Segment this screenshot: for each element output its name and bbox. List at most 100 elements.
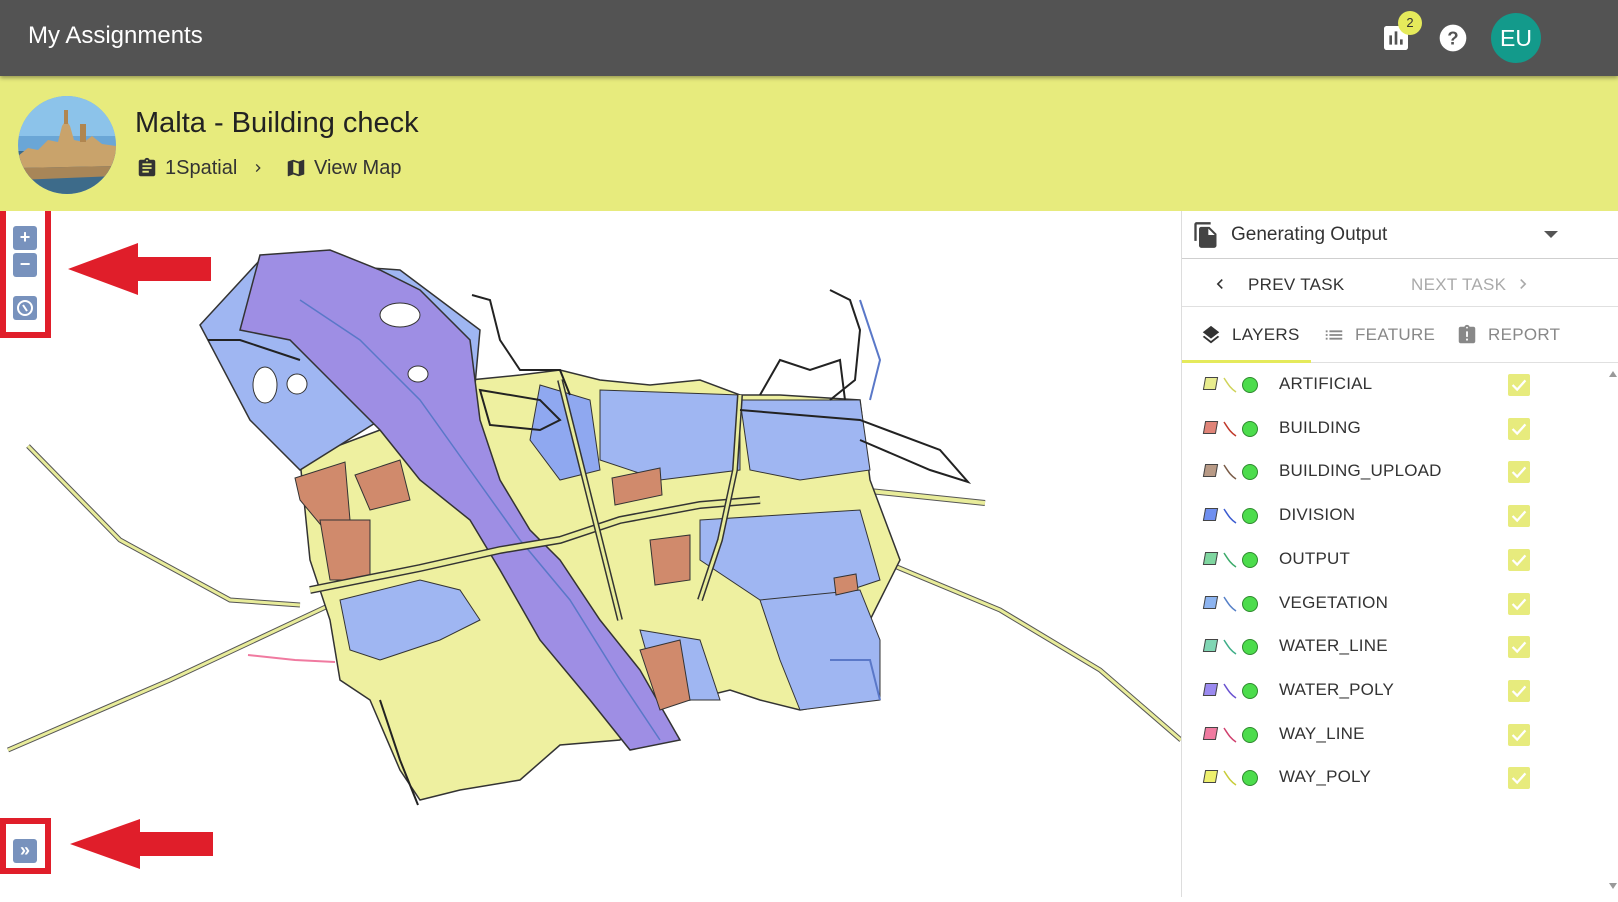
point-swatch-icon <box>1242 420 1258 437</box>
point-swatch-icon <box>1242 464 1258 481</box>
layer-visibility-checkbox[interactable] <box>1508 505 1530 528</box>
panel-tabs: LAYERS FEATURE REPORT <box>1182 307 1618 363</box>
polygon-swatch-icon <box>1202 464 1219 478</box>
map-canvas[interactable]: + − » <box>0 211 1181 897</box>
polygon-swatch-icon <box>1202 595 1219 609</box>
layer-list-scrollbar[interactable] <box>1607 363 1618 897</box>
zoom-out-button[interactable]: − <box>13 253 37 277</box>
layer-row[interactable]: BUILDING_UPLOAD <box>1182 450 1618 494</box>
map-expand-control: » <box>0 818 51 874</box>
user-avatar[interactable]: EU <box>1491 13 1541 63</box>
arrow-left-annotation-icon <box>68 243 211 300</box>
layer-name: OUTPUT <box>1279 548 1351 568</box>
layer-visibility-checkbox[interactable] <box>1508 548 1530 571</box>
prev-task-label: PREV TASK <box>1248 275 1345 294</box>
project-header: Malta - Building check 1Spatial View Map <box>0 76 1618 211</box>
line-swatch-icon <box>1223 639 1237 655</box>
tab-feature-label: FEATURE <box>1355 325 1436 344</box>
layer-name: BUILDING_UPLOAD <box>1279 461 1442 481</box>
point-swatch-icon <box>1242 682 1258 699</box>
checkmark-icon <box>1511 467 1527 479</box>
tab-report-label: REPORT <box>1488 325 1561 344</box>
point-swatch-icon <box>1242 726 1258 743</box>
checkmark-icon <box>1511 510 1527 523</box>
layer-visibility-checkbox[interactable] <box>1508 723 1530 746</box>
layer-visibility-checkbox[interactable] <box>1508 592 1530 615</box>
layer-name: DIVISION <box>1279 505 1356 525</box>
layer-row[interactable]: DIVISION <box>1182 494 1618 538</box>
tab-feature[interactable]: FEATURE <box>1323 307 1435 363</box>
point-swatch-icon <box>1242 551 1258 568</box>
checkmark-icon <box>1511 379 1527 392</box>
layer-visibility-checkbox[interactable] <box>1508 461 1530 484</box>
point-swatch-icon <box>1242 639 1258 656</box>
layer-name: WAY_LINE <box>1279 723 1365 743</box>
breadcrumb-org[interactable]: 1Spatial <box>136 154 237 182</box>
layer-name: VEGETATION <box>1279 592 1389 612</box>
file-copy-icon <box>1194 222 1217 248</box>
layer-visibility-checkbox[interactable] <box>1508 374 1530 396</box>
compass-icon[interactable] <box>13 296 37 320</box>
list-icon <box>1325 330 1343 340</box>
line-swatch-icon <box>1223 683 1237 699</box>
checkmark-icon <box>1511 729 1527 741</box>
checkmark-icon <box>1511 423 1527 435</box>
zoom-in-button[interactable]: + <box>13 226 37 250</box>
layer-visibility-checkbox[interactable] <box>1508 636 1530 659</box>
notification-badge: 2 <box>1398 11 1422 35</box>
polygon-swatch-icon <box>1202 377 1219 390</box>
top-app-bar: My Assignments 2 ? EU <box>0 0 1618 76</box>
layers-icon <box>1202 325 1220 344</box>
chevron-right-icon <box>250 154 273 182</box>
tab-layers[interactable]: LAYERS <box>1200 307 1300 363</box>
clipboard-icon <box>138 157 156 177</box>
arrow-left-annotation-icon <box>70 819 213 874</box>
layer-row[interactable]: WATER_LINE <box>1182 625 1618 669</box>
tab-report[interactable]: REPORT <box>1456 307 1560 363</box>
app-title: My Assignments <box>28 22 203 49</box>
polygon-swatch-icon <box>1202 682 1219 696</box>
project-title: Malta - Building check <box>135 107 419 139</box>
layer-row[interactable]: WAY_LINE <box>1182 713 1618 757</box>
point-swatch-icon <box>1242 770 1258 787</box>
checkmark-icon <box>1511 685 1527 698</box>
line-swatch-icon <box>1223 508 1237 524</box>
layer-name: BUILDING <box>1279 417 1361 437</box>
layer-visibility-checkbox[interactable] <box>1508 417 1530 440</box>
layer-row[interactable]: VEGETATION <box>1182 582 1618 626</box>
expand-panel-button[interactable]: » <box>13 839 37 863</box>
layer-row[interactable]: ARTIFICIAL <box>1182 363 1618 407</box>
breadcrumb-org-label: 1Spatial <box>165 156 238 179</box>
checkmark-icon <box>1511 554 1527 567</box>
checkmark-icon <box>1511 641 1527 654</box>
line-swatch-icon <box>1223 770 1237 786</box>
project-thumbnail <box>18 96 116 194</box>
layer-visibility-checkbox[interactable] <box>1508 679 1530 702</box>
help-icon[interactable]: ? <box>1437 22 1469 54</box>
breadcrumb-view-map[interactable]: View Map <box>285 154 401 182</box>
svg-text:?: ? <box>1447 28 1458 49</box>
line-swatch-icon <box>1223 377 1237 393</box>
point-swatch-icon <box>1242 508 1258 525</box>
chevron-right-icon <box>1520 279 1527 289</box>
line-swatch-icon <box>1223 552 1237 568</box>
layer-row[interactable]: WATER_POLY <box>1182 669 1618 713</box>
line-swatch-icon <box>1223 596 1237 612</box>
layer-row[interactable]: BUILDING <box>1182 407 1618 451</box>
layer-row[interactable]: WAY_POLY <box>1182 756 1618 800</box>
layer-name: WATER_LINE <box>1279 636 1388 656</box>
layer-name: WATER_POLY <box>1279 679 1395 699</box>
map-features[interactable] <box>0 211 1181 897</box>
task-navigation: PREV TASK NEXT TASK <box>1182 259 1618 307</box>
map-icon <box>287 159 305 177</box>
line-swatch-icon <box>1223 727 1237 743</box>
layer-visibility-checkbox[interactable] <box>1508 767 1530 790</box>
task-select[interactable]: Generating Output <box>1182 211 1618 259</box>
report-icon <box>1458 324 1476 344</box>
dropdown-arrow-icon <box>1544 231 1558 238</box>
layer-name: ARTIFICIAL <box>1279 374 1373 393</box>
layer-row[interactable]: OUTPUT <box>1182 538 1618 582</box>
chevron-left-icon <box>1216 279 1223 289</box>
layer-name: WAY_POLY <box>1279 767 1371 787</box>
next-task-label: NEXT TASK <box>1411 275 1507 294</box>
